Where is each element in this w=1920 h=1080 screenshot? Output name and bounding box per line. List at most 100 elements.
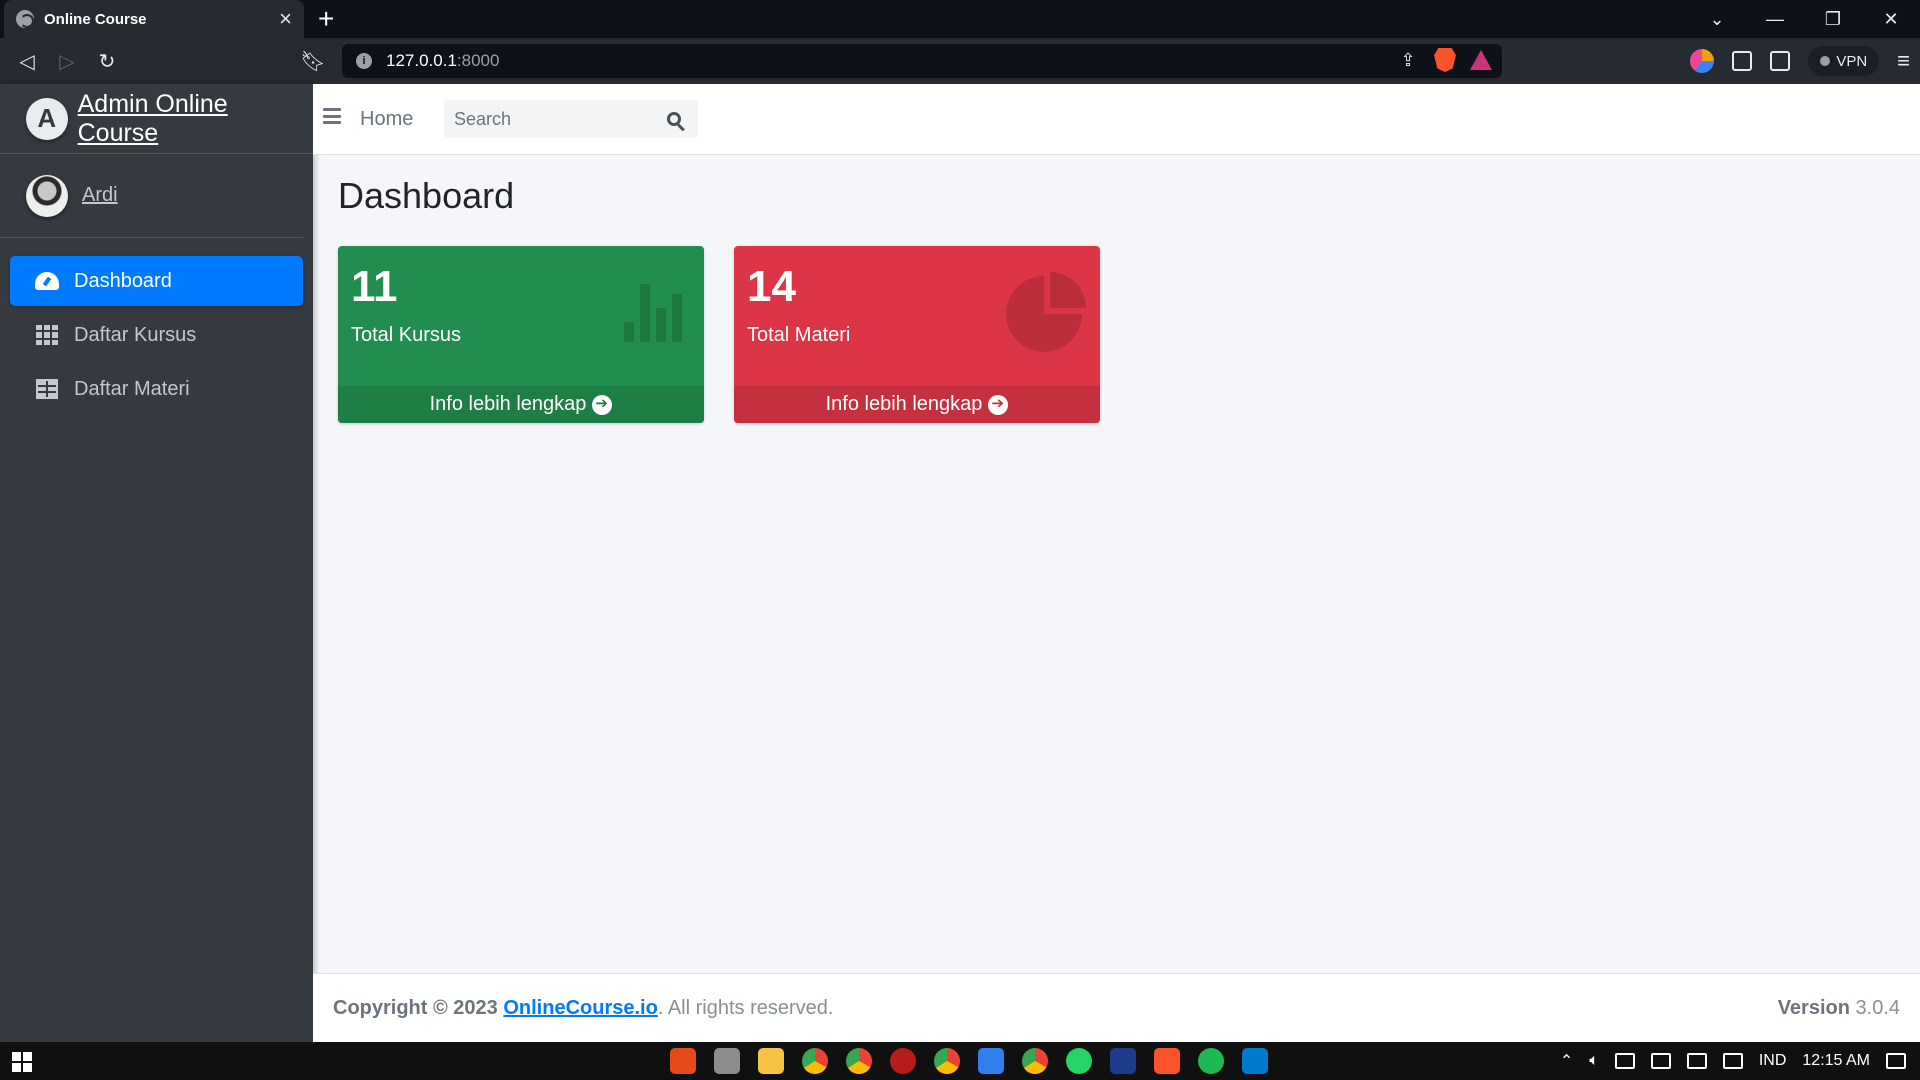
spotify-icon[interactable] <box>1198 1048 1224 1074</box>
share-icon[interactable]: ⇪ <box>1396 48 1420 72</box>
minimize-button[interactable]: — <box>1746 0 1804 38</box>
version: Version 3.0.4 <box>1778 997 1900 1020</box>
keyboard-icon[interactable] <box>1722 1053 1743 1069</box>
main-header: Home <box>313 84 1920 155</box>
network-icon[interactable] <box>1614 1053 1635 1069</box>
arrow-circle-right-icon <box>988 394 1009 415</box>
pen-icon[interactable] <box>1686 1053 1707 1069</box>
sidebar-item-label: Daftar Kursus <box>74 323 197 346</box>
sidebar-item-label: Dashboard <box>74 269 172 292</box>
footer-link[interactable]: OnlineCourse.io <box>503 997 657 1019</box>
main-sidebar: A Admin Online Course Ardi Dashboard Daf… <box>0 84 313 1042</box>
url-text[interactable]: 127.0.0.1:8000 <box>386 51 499 71</box>
url-host: 127.0.0.1 <box>386 51 457 70</box>
bookmark-icon[interactable]: 🔖︎ <box>298 46 328 76</box>
reload-icon[interactable]: ↻ <box>92 46 122 76</box>
box-footer-label: Info lebih lengkap <box>429 393 587 415</box>
site-info-icon[interactable]: i <box>356 53 372 69</box>
table-icon <box>36 379 58 399</box>
whatsapp-icon[interactable] <box>1066 1048 1092 1074</box>
extensions-puzzle-icon[interactable] <box>1732 51 1753 71</box>
search-button[interactable] <box>654 100 694 138</box>
chrome-icon[interactable] <box>934 1048 960 1074</box>
search-input[interactable] <box>444 100 654 138</box>
tab-close-button[interactable]: × <box>279 8 292 30</box>
app-icon[interactable] <box>890 1048 916 1074</box>
windows-start-icon[interactable] <box>12 1052 32 1072</box>
tab-search-button[interactable]: ⌄ <box>1688 0 1746 38</box>
sidebar-item-dashboard[interactable]: Dashboard <box>10 256 303 306</box>
th-grid-icon <box>36 325 58 345</box>
content-wrapper: Dashboard 11 Total Kursus Info lebih len… <box>313 155 1920 973</box>
chrome-icon[interactable] <box>802 1048 828 1074</box>
taskbar-apps <box>670 1042 1268 1080</box>
sidebar-item-daftar-kursus[interactable]: Daftar Kursus <box>10 310 303 360</box>
app-icon[interactable] <box>714 1048 740 1074</box>
back-icon[interactable]: ◁ <box>12 46 42 76</box>
main-footer: Copyright © 2023 OnlineCourse.io. All ri… <box>313 973 1920 1042</box>
hamburger-menu-icon[interactable] <box>323 108 341 124</box>
vpn-button[interactable]: VPN <box>1808 46 1880 76</box>
brand-text[interactable]: Admin Online Course <box>78 90 313 148</box>
brand-link[interactable]: A Admin Online Course <box>0 84 313 154</box>
app-icon[interactable] <box>1110 1048 1136 1074</box>
small-box-total-kursus: 11 Total Kursus Info lebih lengkap <box>338 246 704 423</box>
vpn-status-icon <box>1820 56 1831 66</box>
arrow-circle-right-icon <box>592 394 613 415</box>
chart-bar-icon <box>624 284 686 342</box>
user-panel: Ardi <box>0 154 303 238</box>
avatar <box>26 174 68 217</box>
rights-text: . All rights reserved. <box>657 996 834 1019</box>
version-label: Version <box>1777 996 1850 1019</box>
browser-menu-icon[interactable]: ≡ <box>1897 48 1910 74</box>
version-value: 3.0.4 <box>1855 996 1900 1019</box>
browser-toolbar: ◁ ▷ ↻ 🔖︎ i 127.0.0.1:8000 ⇪ VPN ≡ <box>0 38 1920 148</box>
copyright: Copyright © 2023 OnlineCourse.io. All ri… <box>333 997 833 1020</box>
chart-pie-icon <box>1006 272 1086 352</box>
sidebar-menu: Dashboard Daftar Kursus Daftar Materi <box>0 238 313 436</box>
clock[interactable]: 12:15 AM <box>1802 1052 1870 1070</box>
vpn-label: VPN <box>1836 52 1868 70</box>
url-port: :8000 <box>456 51 500 70</box>
sidebar-item-daftar-materi[interactable]: Daftar Materi <box>10 364 303 414</box>
app-icon[interactable] <box>670 1048 696 1074</box>
small-box-total-materi: 14 Total Materi Info lebih lengkap <box>734 246 1100 423</box>
notifications-icon[interactable] <box>1886 1053 1906 1069</box>
brand-logo: A <box>26 97 68 140</box>
box-footer-label: Info lebih lengkap <box>825 393 983 415</box>
new-tab-button[interactable]: + <box>318 4 334 34</box>
search-icon <box>667 112 681 126</box>
vscode-icon[interactable] <box>1242 1048 1268 1074</box>
brave-icon[interactable] <box>1154 1048 1180 1074</box>
chrome-icon[interactable] <box>846 1048 872 1074</box>
volume-icon[interactable]: 🔈︎ <box>1589 1052 1599 1070</box>
file-explorer-icon[interactable] <box>758 1048 784 1074</box>
small-box-footer-link[interactable]: Info lebih lengkap <box>338 386 704 423</box>
brave-shields-icon[interactable] <box>1434 48 1456 72</box>
browser-tab[interactable]: Online Course × <box>4 0 304 38</box>
todo-icon[interactable] <box>978 1048 1004 1074</box>
battery-icon[interactable] <box>1650 1053 1671 1069</box>
system-tray: ⌃ 🔈︎ IND 12:15 AM <box>1560 1042 1906 1080</box>
globe-icon <box>16 10 34 28</box>
tachometer-icon <box>35 272 59 290</box>
windows-taskbar: ⌃ 🔈︎ IND 12:15 AM <box>0 1042 1920 1080</box>
user-name-link[interactable]: Ardi <box>82 184 118 207</box>
small-box-footer-link[interactable]: Info lebih lengkap <box>734 386 1100 423</box>
chevron-up-icon[interactable]: ⌃ <box>1560 1051 1573 1071</box>
wallet-icon[interactable] <box>1770 51 1791 71</box>
address-bar[interactable]: i 127.0.0.1:8000 ⇪ <box>342 44 1502 78</box>
language-indicator[interactable]: IND <box>1759 1052 1787 1070</box>
search-form <box>444 100 698 138</box>
close-window-button[interactable]: ✕ <box>1862 0 1920 38</box>
extension-icon[interactable] <box>1690 49 1715 73</box>
restore-button[interactable]: ❐ <box>1804 0 1862 38</box>
window-controls: ⌄ — ❐ ✕ <box>1688 0 1920 38</box>
chrome-icon[interactable] <box>1022 1048 1048 1074</box>
browser-tab-bar: Online Course × + ⌄ — ❐ ✕ <box>0 0 1920 38</box>
forward-icon[interactable]: ▷ <box>52 46 82 76</box>
brave-rewards-icon[interactable] <box>1470 50 1492 70</box>
tab-title: Online Course <box>44 10 147 28</box>
page-title: Dashboard <box>338 175 515 216</box>
home-link[interactable]: Home <box>360 108 413 131</box>
